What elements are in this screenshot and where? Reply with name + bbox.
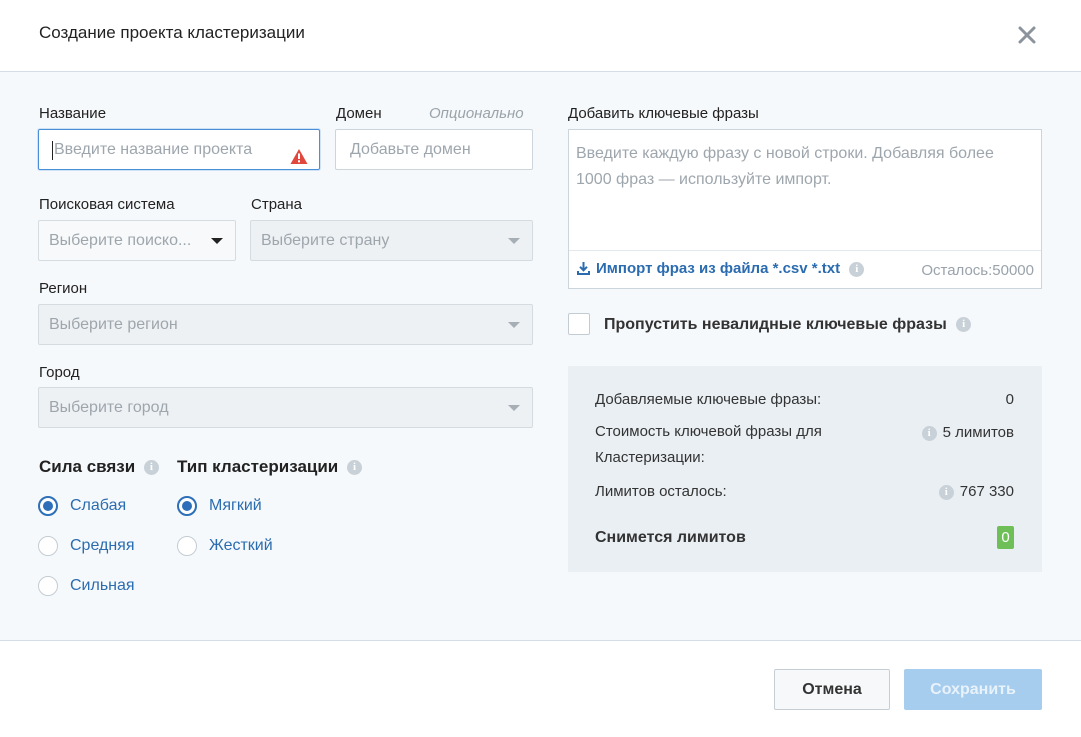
warning-icon [290, 141, 308, 164]
name-input[interactable]: Введите название проекта [38, 129, 320, 170]
domain-optional-hint: Опционально [429, 105, 524, 122]
radio-type-hard[interactable] [177, 536, 197, 556]
country-label: Страна [251, 196, 303, 213]
chevron-down-icon [508, 322, 520, 328]
search-engine-select[interactable]: Выберите поиско... [38, 220, 236, 261]
search-engine-value: Выберите поиско... [49, 232, 192, 249]
info-icon[interactable]: i [849, 261, 865, 277]
clustering-type-label-text: Тип кластеризации [177, 457, 339, 476]
dialog-body: Название Введите название проекта Домен … [0, 72, 1081, 640]
dialog-footer: Отмена Сохранить [0, 640, 1081, 737]
info-icon[interactable]: i [347, 460, 362, 476]
name-label: Название [39, 105, 107, 122]
country-select[interactable]: Выберите страну [250, 220, 533, 261]
chevron-down-icon [508, 405, 520, 411]
skip-invalid-row: Пропустить невалидные ключевые фразы i [604, 316, 972, 334]
radio-type-soft-label[interactable]: Мягкий [209, 497, 262, 515]
keywords-textarea[interactable]: Введите каждую фразу с новой строки. Доб… [568, 129, 1042, 289]
radio-type-soft[interactable] [177, 496, 197, 516]
radio-strength-medium-label[interactable]: Средняя [70, 537, 135, 555]
added-phrases-value: 0 [1005, 391, 1014, 408]
added-phrases-label: Добавляемые ключевые фразы: [595, 391, 822, 408]
city-select[interactable]: Выберите город [38, 387, 533, 428]
import-phrases-link[interactable]: Импорт фраз из файла *.csv *.txt i [577, 260, 865, 279]
info-icon[interactable]: i [143, 460, 159, 476]
keywords-label: Добавить ключевые фразы [568, 105, 759, 122]
radio-strength-weak[interactable] [38, 496, 58, 516]
name-placeholder: Введите название проекта [54, 141, 253, 158]
chevron-down-icon [211, 238, 223, 244]
phrase-cost-row: i 5 лимитов [921, 424, 1014, 441]
skip-invalid-label[interactable]: Пропустить невалидные ключевые фразы [604, 316, 947, 333]
skip-invalid-checkbox[interactable] [568, 313, 590, 335]
close-icon[interactable] [1014, 22, 1040, 48]
info-icon[interactable]: i [938, 484, 954, 500]
remaining-counter: Осталось:50000 [921, 262, 1034, 279]
divider [569, 250, 1041, 251]
phrase-cost-label: Стоимость ключевой фразы для Кластеризац… [595, 423, 822, 466]
chevron-down-icon [508, 238, 520, 244]
limits-left-label: Лимитов осталось: [595, 483, 727, 500]
search-engine-label: Поисковая система [39, 196, 175, 213]
strength-label: Сила связи i [39, 457, 159, 477]
info-icon[interactable]: i [921, 425, 937, 441]
domain-placeholder: Добавьте домен [350, 141, 471, 158]
info-icon[interactable]: i [956, 317, 972, 333]
limits-left-value: 767 330 [959, 483, 1014, 500]
charged-limits-label: Снимется лимитов [595, 529, 746, 546]
country-value: Выберите страну [261, 232, 390, 249]
clustering-type-label: Тип кластеризации i [177, 457, 362, 477]
region-label: Регион [39, 280, 88, 297]
radio-strength-strong-label[interactable]: Сильная [70, 577, 135, 595]
region-select[interactable]: Выберите регион [38, 304, 533, 345]
strength-label-text: Сила связи [39, 457, 136, 476]
phrase-cost-value: 5 лимитов [942, 424, 1014, 441]
city-value: Выберите город [49, 399, 169, 416]
radio-strength-strong[interactable] [38, 576, 58, 596]
radio-strength-medium[interactable] [38, 536, 58, 556]
text-caret [52, 141, 53, 160]
save-button[interactable]: Сохранить [904, 669, 1042, 710]
domain-label: Домен [336, 105, 382, 122]
region-value: Выберите регион [49, 316, 178, 333]
download-icon [577, 261, 590, 279]
city-label: Город [39, 364, 80, 381]
limits-left-row: i 767 330 [938, 483, 1014, 500]
radio-type-hard-label[interactable]: Жесткий [209, 537, 273, 555]
charged-limits-badge: 0 [997, 526, 1014, 549]
dialog-title: Создание проекта кластеризации [39, 23, 305, 42]
import-phrases-label[interactable]: Импорт фраз из файла *.csv *.txt [596, 260, 840, 277]
summary-panel: Добавляемые ключевые фразы: 0 Стоимость … [568, 366, 1042, 572]
radio-strength-weak-label[interactable]: Слабая [70, 497, 126, 515]
domain-input[interactable]: Добавьте домен [335, 129, 533, 170]
cancel-button[interactable]: Отмена [774, 669, 890, 710]
dialog-header: Создание проекта кластеризации [0, 0, 1081, 72]
keywords-placeholder: Введите каждую фразу с новой строки. Доб… [576, 145, 994, 188]
